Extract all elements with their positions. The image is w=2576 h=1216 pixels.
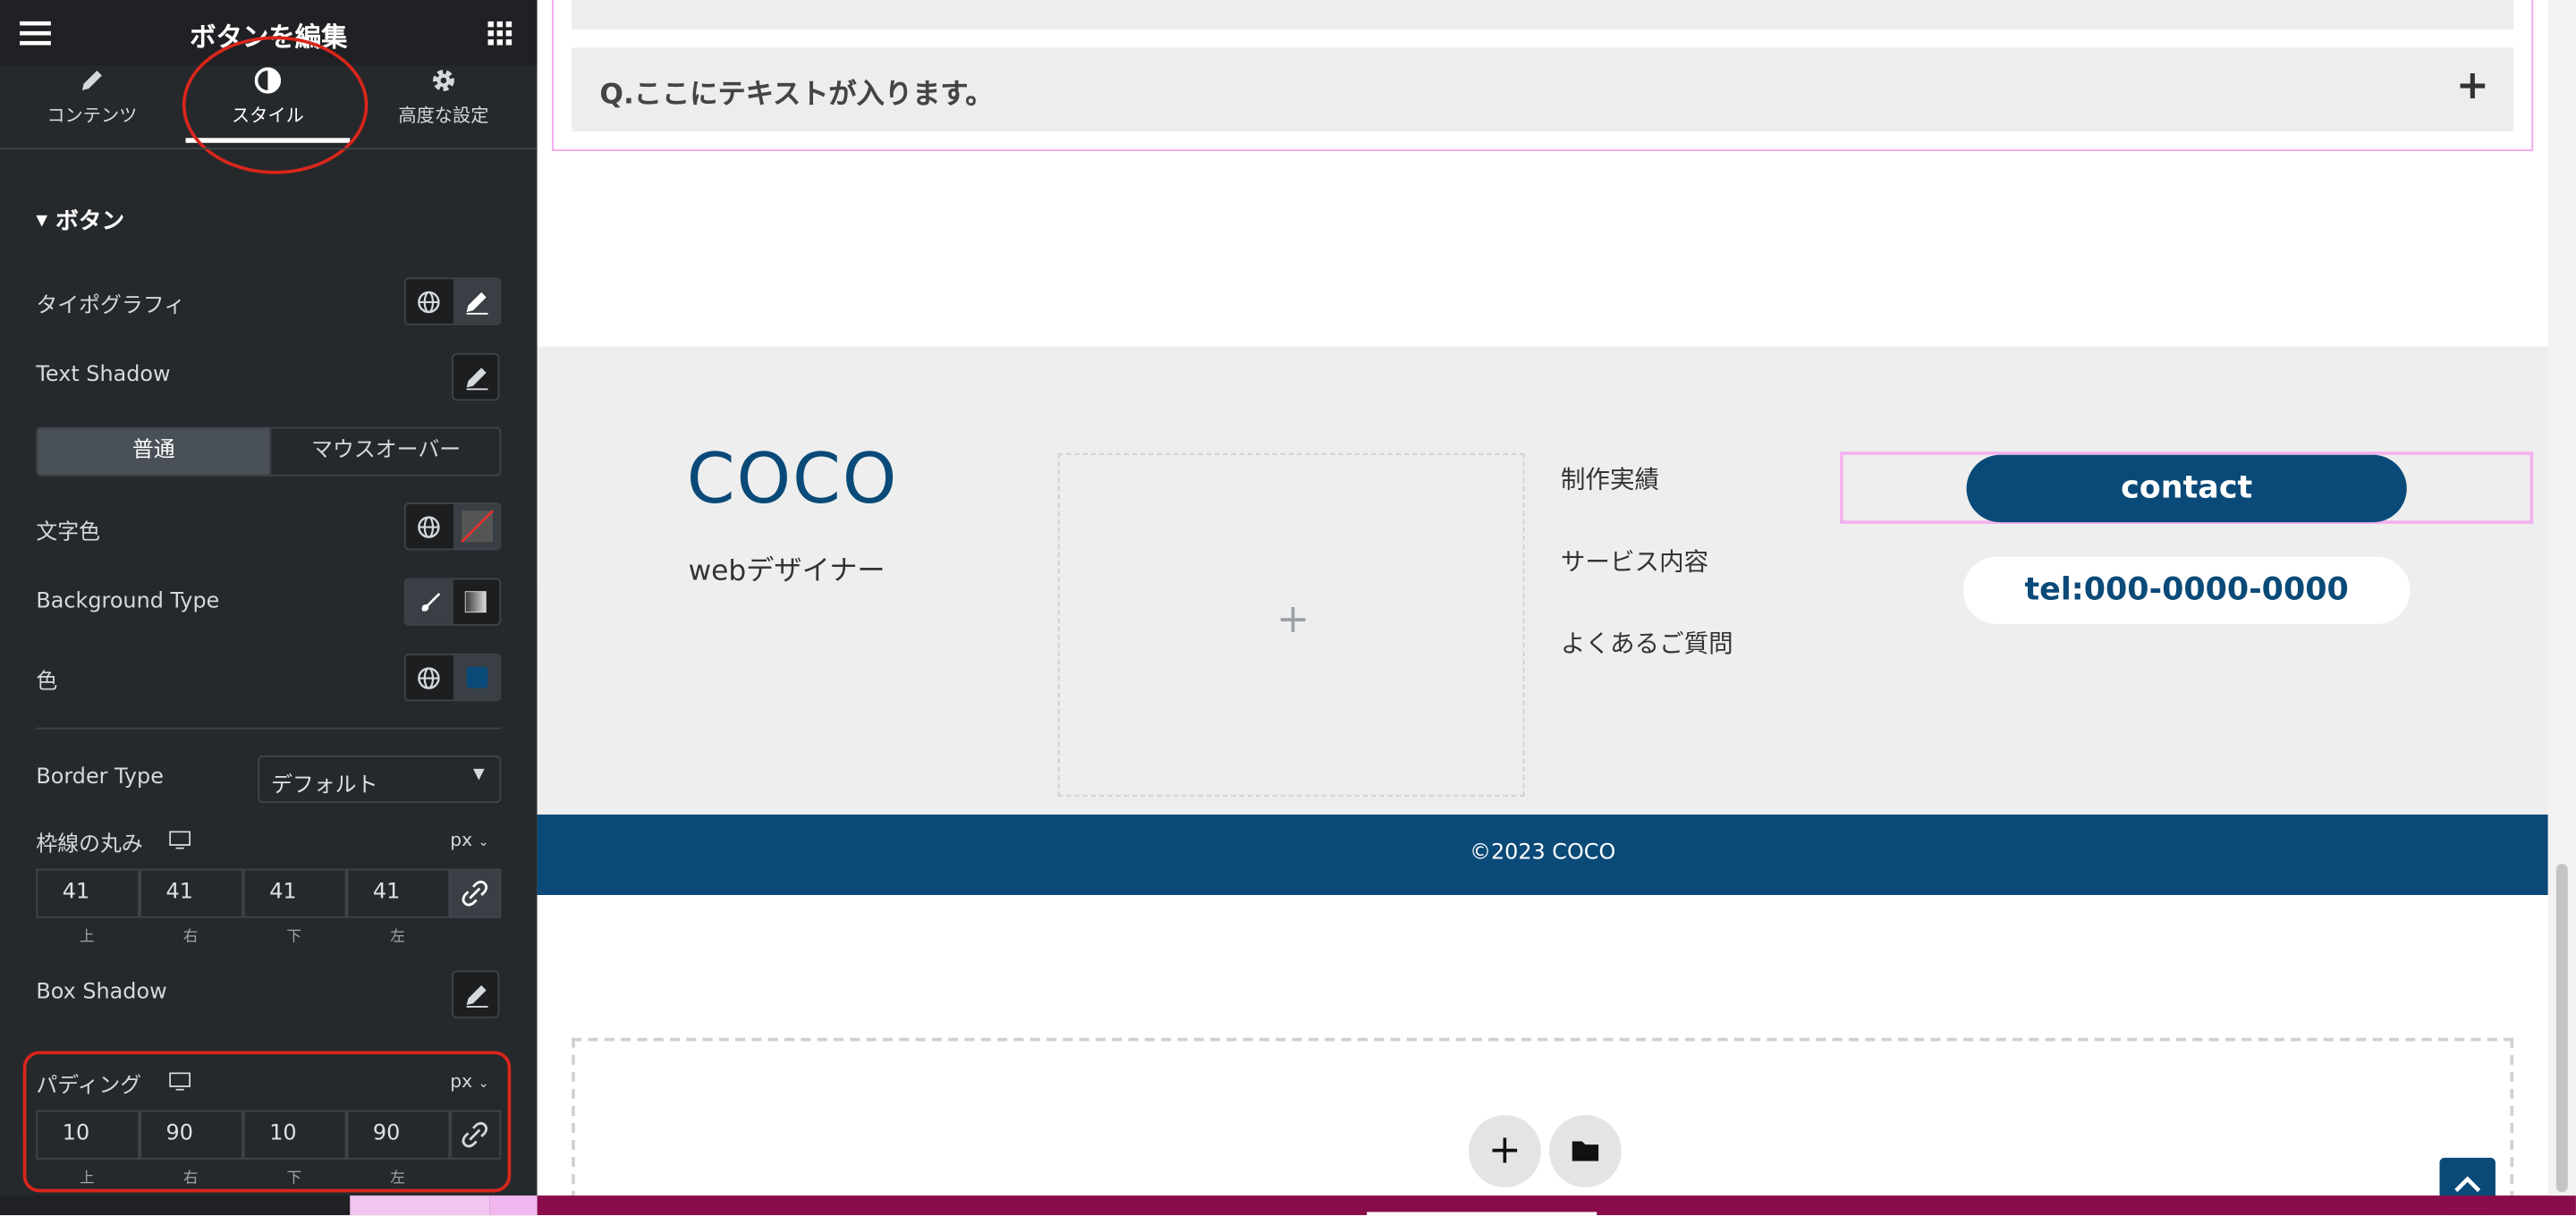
- tab-advanced-label: 高度な設定: [398, 105, 489, 127]
- box-shadow-label: Box Shadow: [36, 980, 167, 1006]
- desktop-icon[interactable]: [169, 831, 191, 856]
- scrollbar-thumb[interactable]: [2555, 864, 2568, 1193]
- state-tab-normal[interactable]: 普通: [38, 428, 270, 475]
- color-control: [403, 654, 502, 702]
- border-radius-bottom-input[interactable]: 41: [242, 868, 347, 918]
- editor-panel: ボタンを編集 コンテンツ スタイル 高度な設定 ▼ ボタン タイポグラフィ Te…: [0, 0, 538, 1216]
- globe-icon[interactable]: [418, 291, 441, 320]
- annotation-box: [22, 1051, 512, 1193]
- border-radius-side-labels: 上 右 下 左: [36, 925, 501, 946]
- state-tab-hover[interactable]: マウスオーバー: [269, 428, 500, 475]
- typography-edit-button[interactable]: [453, 279, 502, 324]
- caret-down-icon: ▼: [36, 213, 48, 231]
- background-type-control: [403, 578, 502, 626]
- contact-button[interactable]: contact: [1966, 454, 2407, 523]
- pencil-icon: [79, 67, 105, 93]
- border-radius-inputs: 41 41 41 41: [36, 868, 502, 918]
- border-radius-link-button[interactable]: [450, 868, 502, 918]
- border-radius-label: 枠線の丸み: [36, 832, 143, 857]
- border-type-label: Border Type: [36, 764, 164, 790]
- annotation-circle: [182, 36, 369, 174]
- tab-content[interactable]: コンテンツ: [4, 65, 181, 148]
- section-title: ボタン: [55, 208, 125, 235]
- gradient-icon[interactable]: [463, 590, 487, 619]
- globe-icon[interactable]: [418, 667, 441, 697]
- no-color-icon: [461, 510, 494, 544]
- side-label-left: 左: [390, 929, 405, 946]
- add-widget-plus-icon[interactable]: +: [1276, 596, 1309, 642]
- text-color-control: [403, 502, 502, 551]
- brush-icon: [421, 593, 441, 612]
- tab-content-label: コンテンツ: [47, 105, 138, 127]
- caret-down-icon: ▼: [472, 766, 485, 784]
- apps-grid-icon[interactable]: [487, 21, 513, 46]
- copyright-bar: ©2023 COCO: [537, 815, 2548, 896]
- link-icon: [462, 880, 488, 907]
- responsive-bar[interactable]: [350, 1195, 490, 1216]
- border-radius-top-input[interactable]: 41: [36, 868, 140, 918]
- side-label-top: 上: [80, 929, 95, 946]
- plus-icon: +: [1487, 1126, 1521, 1173]
- color-swatch-button[interactable]: [453, 654, 502, 700]
- footer-logo[interactable]: COCO: [687, 439, 899, 519]
- typography-label: タイポグラフィ: [36, 293, 186, 319]
- faq-item-partial[interactable]: [572, 0, 2514, 30]
- text-shadow-edit-button[interactable]: [452, 352, 500, 401]
- text-color-swatch[interactable]: [453, 503, 502, 549]
- footer-link-works[interactable]: 制作実績: [1561, 461, 1659, 496]
- empty-column-placeholder[interactable]: +: [1057, 452, 1525, 797]
- side-label-right: 右: [182, 929, 199, 946]
- add-section-area: +: [572, 1037, 2514, 1216]
- folder-icon: [1572, 1141, 1599, 1161]
- pencil-icon: [466, 291, 488, 315]
- side-label-bottom: 下: [286, 929, 302, 946]
- pencil-icon: [466, 985, 488, 1008]
- background-classic-button[interactable]: [405, 579, 453, 624]
- gear-icon: [430, 67, 456, 93]
- responsive-bar-end[interactable]: [489, 1195, 538, 1216]
- tel-button[interactable]: tel:000-0000-0000: [1962, 556, 2411, 624]
- scrollbar-track[interactable]: [2547, 0, 2576, 1196]
- text-color-label: 文字色: [36, 520, 101, 545]
- color-label: 色: [36, 670, 58, 695]
- copyright-text: ©2023 COCO: [1470, 840, 1616, 866]
- footer-link-faq[interactable]: よくあるご質問: [1561, 626, 1733, 661]
- panel-footer: [0, 1195, 538, 1216]
- section-toggle[interactable]: ▼ ボタン: [36, 204, 124, 237]
- color-swatch: [466, 666, 488, 688]
- background-type-label: Background Type: [36, 589, 220, 614]
- faq-question: Q.ここにテキストが入ります。: [599, 79, 994, 112]
- divider: [36, 727, 502, 730]
- globe-icon[interactable]: [418, 516, 441, 545]
- site-footer: COCO webデザイナー + 制作実績 サービス内容 よくあるご質問 cont…: [537, 346, 2548, 815]
- border-type-select[interactable]: デフォルト ▼: [258, 755, 502, 804]
- border-type-value: デフォルト: [271, 773, 378, 798]
- faq-item[interactable]: Q.ここにテキストが入ります。 +: [572, 47, 2514, 131]
- state-tabs: 普通 マウスオーバー: [36, 426, 502, 477]
- tab-divider: [0, 148, 538, 150]
- footer-link-services[interactable]: サービス内容: [1561, 544, 1708, 578]
- add-section-button[interactable]: +: [1469, 1115, 1541, 1187]
- border-radius-left-input[interactable]: 41: [346, 868, 451, 918]
- border-radius-unit: px: [450, 829, 473, 851]
- bottom-bar: [537, 1195, 2576, 1216]
- plus-icon[interactable]: +: [2456, 63, 2489, 108]
- text-shadow-label: Text Shadow: [36, 362, 171, 388]
- pencil-icon: [466, 367, 488, 391]
- typography-control: [403, 277, 502, 325]
- chevron-down-icon: ⌄: [478, 834, 489, 849]
- bottom-bar-indicator: [1367, 1212, 1597, 1216]
- tab-advanced[interactable]: 高度な設定: [355, 65, 532, 148]
- page-canvas: Q.ここにテキストが入ります。 + COCO webデザイナー + 制作実績 サ…: [537, 0, 2576, 1216]
- border-radius-right-input[interactable]: 41: [140, 868, 243, 918]
- box-shadow-edit-button[interactable]: [452, 970, 500, 1018]
- footer-tagline: webデザイナー: [688, 554, 886, 588]
- border-radius-unit-select[interactable]: px ⌄: [450, 830, 489, 851]
- add-template-button[interactable]: [1549, 1115, 1622, 1187]
